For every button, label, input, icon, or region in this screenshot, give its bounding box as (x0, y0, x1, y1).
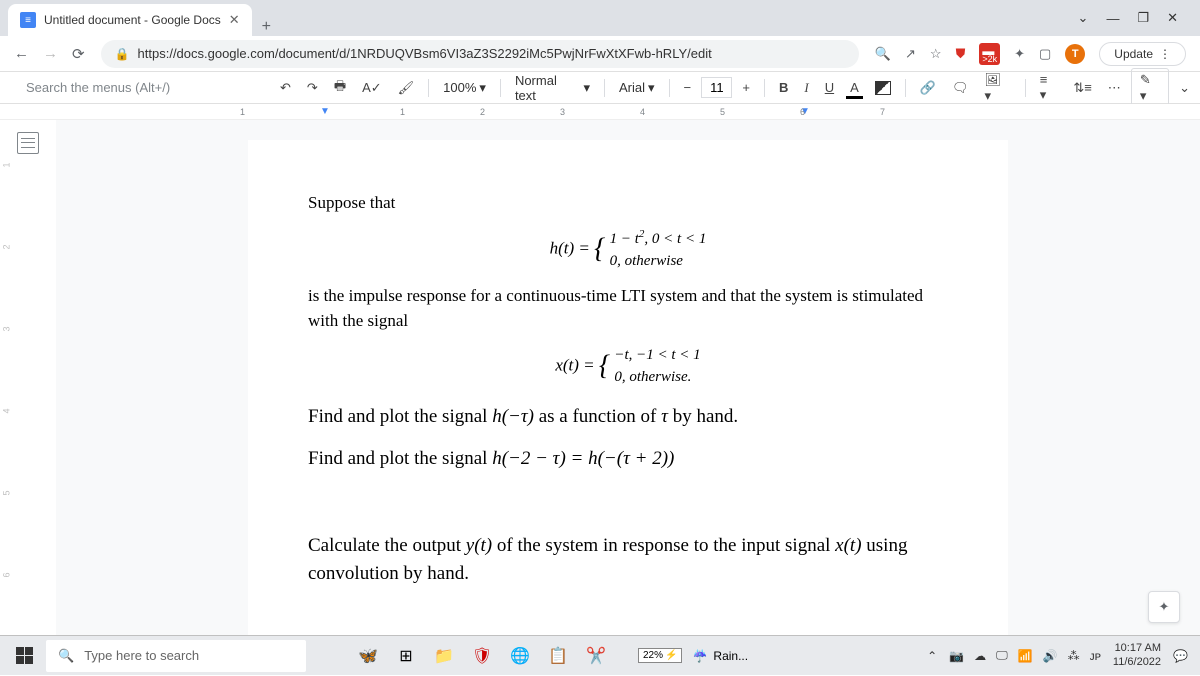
link-button[interactable]: 🔗 (914, 77, 942, 99)
maximize-icon[interactable]: ❐ (1137, 10, 1149, 26)
collapse-toolbar-icon[interactable]: ⌄ (1179, 80, 1190, 96)
lock-icon: 🔒 (115, 47, 130, 61)
explore-button[interactable]: ✦ (1148, 591, 1180, 623)
browser-tab[interactable]: ≡ Untitled document - Google Docs ✕ (8, 4, 252, 36)
equation-h: h(t) = { 1 − t2, 0 < t < 1 0, otherwise (308, 226, 948, 273)
app-icon[interactable]: 📋 (540, 638, 576, 674)
search-icon: 🔍 (58, 648, 74, 664)
editing-mode-button[interactable]: ✎ ▾ (1131, 68, 1169, 108)
task-view-icon[interactable]: ⊞ (388, 638, 424, 674)
align-button[interactable]: ≡ ▾ (1034, 69, 1064, 106)
shield-icon[interactable]: ⛊ (956, 46, 966, 62)
language-icon[interactable]: ᴊᴘ (1090, 649, 1101, 663)
menu-search-input[interactable]: Search the menus (Alt+/) (10, 80, 270, 95)
paragraph: Suppose that (308, 190, 948, 216)
bookmark-icon[interactable]: ☆ (930, 46, 942, 62)
paragraph: Find and plot the signal h(−τ) as a func… (308, 403, 948, 432)
start-button[interactable] (4, 636, 44, 676)
indent-marker-left[interactable]: ▼ (320, 106, 330, 117)
share-icon[interactable]: ↗ (905, 46, 916, 62)
horizontal-ruler[interactable]: 1 ▼ 1 2 3 4 5 ▼ 6 7 (0, 104, 1200, 120)
paint-format-button[interactable]: 🖌 (392, 77, 421, 99)
font-select[interactable]: Arial ▾ (613, 77, 661, 99)
minimize-icon[interactable]: — (1106, 11, 1119, 26)
text-color-button[interactable]: A (844, 77, 865, 98)
print-button[interactable]: 🖶 (328, 74, 352, 102)
image-button[interactable]: 🖼 ▾ (978, 69, 1016, 107)
reload-button[interactable]: ⟳ (72, 45, 85, 63)
spellcheck-button[interactable]: A✓ (356, 77, 388, 99)
highlight-button[interactable] (869, 78, 897, 98)
font-size-input[interactable]: 11 (701, 77, 732, 98)
mcafee-icon[interactable]: 🛡 (464, 638, 500, 674)
tray-expand-icon[interactable]: ⌃ (927, 649, 937, 663)
taskbar-app-icon[interactable]: 🦋 (350, 638, 386, 674)
windows-taskbar: 🔍 Type here to search 🦋 ⊞ 📁 🛡 🌐 📋 ✂️ 22%… (0, 635, 1200, 675)
docs-favicon: ≡ (20, 12, 36, 28)
new-tab-button[interactable]: + (252, 18, 281, 36)
document-body[interactable]: Suppose that h(t) = { 1 − t2, 0 < t < 1 … (248, 140, 1008, 635)
paragraph: Find and plot the signal h(−2 − τ) = h(−… (308, 445, 948, 474)
tab-close-icon[interactable]: ✕ (229, 12, 240, 28)
undo-button[interactable]: ↶ (274, 77, 297, 99)
style-select[interactable]: Normal text ▾ (509, 70, 596, 106)
extension-badge[interactable]: >2k (979, 43, 1000, 65)
battery-indicator[interactable]: 22%⚡ (638, 648, 682, 663)
italic-button[interactable]: I (798, 77, 814, 99)
stop-icon[interactable]: ▢ (1039, 46, 1051, 62)
camera-icon[interactable]: 📷 (949, 649, 964, 663)
zoom-select[interactable]: 100% ▾ (437, 77, 492, 99)
bold-button[interactable]: B (773, 77, 794, 98)
clock[interactable]: 10:17 AM 11/6/2022 (1113, 642, 1161, 668)
network-icon[interactable]: 📶 (1018, 649, 1033, 663)
chevron-down-icon[interactable]: ⌄ (1078, 10, 1089, 26)
tab-title: Untitled document - Google Docs (44, 13, 221, 27)
volume-icon[interactable]: 🔊 (1043, 649, 1058, 663)
underline-button[interactable]: U (819, 77, 840, 98)
file-explorer-icon[interactable]: 📁 (426, 638, 462, 674)
profile-avatar[interactable]: T (1065, 44, 1085, 64)
search-icon[interactable]: 🔍 (875, 46, 891, 62)
address-bar[interactable]: 🔒 https://docs.google.com/document/d/1NR… (101, 40, 859, 68)
onedrive-icon[interactable]: ☁ (974, 649, 986, 663)
equation-x: x(t) = { −t, −1 < t < 1 0, otherwise. (308, 344, 948, 389)
comment-button[interactable]: 🗨 (946, 77, 975, 99)
back-button[interactable]: ← (14, 45, 29, 63)
more-button[interactable]: ⋯ (1102, 77, 1127, 99)
outline-button[interactable] (17, 132, 39, 154)
snip-icon[interactable]: ✂️ (578, 638, 614, 674)
display-icon[interactable]: 🖵 (996, 648, 1008, 663)
line-spacing-button[interactable]: ⇅≡ (1067, 77, 1097, 99)
puzzle-icon[interactable]: ✦ (1014, 46, 1025, 62)
tray-misc-icon[interactable]: ⁂ (1068, 649, 1080, 663)
update-button[interactable]: Update ⋮ (1099, 42, 1186, 66)
redo-button[interactable]: ↷ (301, 77, 324, 99)
close-window-icon[interactable]: ✕ (1167, 10, 1178, 26)
forward-button[interactable]: → (43, 45, 58, 63)
notifications-icon[interactable]: 💬 (1173, 649, 1188, 663)
vertical-ruler: 123 456 (4, 160, 9, 580)
weather-icon: ☔ (692, 649, 707, 663)
paragraph: Calculate the output y(t) of the system … (308, 532, 948, 589)
url-text: https://docs.google.com/document/d/1NRDU… (138, 46, 712, 61)
increase-font-button[interactable]: + (736, 78, 756, 97)
paragraph: is the impulse response for a continuous… (308, 283, 948, 334)
taskbar-search[interactable]: 🔍 Type here to search (46, 640, 306, 672)
chrome-icon[interactable]: 🌐 (502, 638, 538, 674)
weather-widget[interactable]: ☔ Rain... (684, 649, 756, 663)
decrease-font-button[interactable]: − (678, 78, 698, 97)
